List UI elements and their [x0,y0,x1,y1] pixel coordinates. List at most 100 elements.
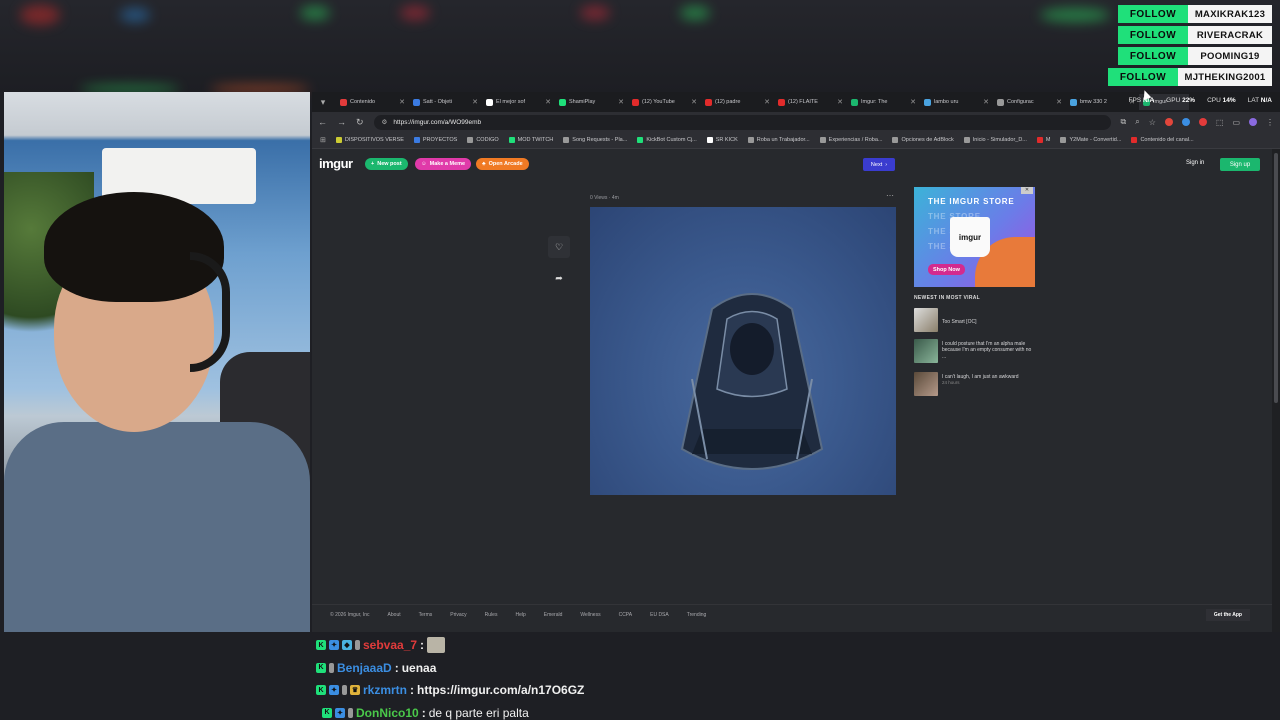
bookmark-item[interactable]: Inicio - Simulador_D... [963,137,1027,143]
close-icon[interactable]: ✕ [618,98,624,106]
background-blur [680,6,710,20]
extension-icon[interactable] [1164,118,1173,126]
footer-link[interactable]: Rules [485,612,498,618]
site-info-icon[interactable]: ⚙ [382,118,388,126]
bookmark-item[interactable]: KickBot Custom Cj... [637,137,697,143]
bookmark-item[interactable]: M [1036,137,1050,143]
bookmark-item[interactable]: CODIGO [467,137,499,143]
close-icon[interactable]: ✕ [837,98,843,106]
browser-tab[interactable]: lambo uru ✕ [920,94,993,110]
bookmark-item[interactable]: Contenido del canal... [1131,137,1194,143]
sign-up-button[interactable]: Sign up [1220,158,1260,171]
bookmark-star-icon[interactable]: ☆ [1149,118,1156,127]
chat-link[interactable]: https://imgur.com/a/n17O6GZ [417,683,584,697]
browser-tab[interactable]: El mejor sof ✕ [482,94,555,110]
viral-item[interactable]: I could posture that I'm an alpha male b… [914,339,1034,363]
footer-link[interactable]: Emerald [544,612,563,618]
chat-username: rkzmrtn [363,683,408,698]
jetski-illustration [680,293,824,470]
browser-tab[interactable]: (12) FLAITE ✕ [774,94,847,110]
share-icon[interactable]: ➦ [548,267,570,289]
footer-link[interactable]: Privacy [450,612,466,618]
open-arcade-button[interactable]: ♣ Open Arcade [476,158,529,170]
tab-favicon [559,98,566,106]
footer-link[interactable]: CCPA [619,612,633,618]
scrollbar-thumb[interactable] [1274,153,1278,403]
new-post-button[interactable]: + New post [365,158,408,170]
shop-now-button[interactable]: Shop Now [928,264,965,275]
bookmark-item[interactable]: Roba un Trabajador... [747,137,810,143]
extensions-icon[interactable]: ⬚ [1216,118,1224,127]
translate-icon[interactable]: ⧉ [1121,117,1127,127]
bookmark-item[interactable]: SR KICK [706,137,738,143]
close-icon[interactable]: ✕ [1056,98,1062,106]
bookmark-item[interactable]: MOD TWITCH [508,137,553,143]
sign-in-link[interactable]: Sign in [1186,160,1204,166]
footer-link[interactable]: EU DSA [650,612,669,618]
address-bar[interactable]: ⚙ https://imgur.com/a/WO99emb [373,114,1111,130]
forward-icon[interactable]: → [337,117,346,127]
tab-favicon [632,98,639,106]
browser-tab[interactable]: ShamiPlay ✕ [555,94,628,110]
profile-avatar[interactable] [1249,118,1257,126]
more-options-icon[interactable]: ⋯ [886,191,894,200]
back-icon[interactable]: ← [318,117,327,127]
next-button[interactable]: Next › [863,158,895,171]
browser-tab[interactable]: Imgur: The ✕ [847,94,920,110]
sidebar-icon[interactable]: ▭ [1232,118,1240,127]
stream-background [0,0,1280,93]
bookmark-item[interactable]: Song Requests - Pla... [563,137,627,143]
close-icon[interactable]: ✕ [399,98,405,106]
viral-item[interactable]: Too Smart [OC] [914,308,1034,332]
footer-link[interactable]: Terms [419,612,433,618]
tab-search-icon[interactable]: ▾ [318,97,328,107]
bookmark-icon [963,137,970,143]
close-icon[interactable]: ✕ [545,98,551,106]
bookmark-item[interactable]: DISPOSITIVOS VERSE [335,137,404,143]
footer-link[interactable]: Trending [687,612,707,618]
browser-tab[interactable]: Contenido ✕ [336,94,409,110]
close-icon[interactable]: ✕ [691,98,697,106]
imgur-store-ad[interactable]: ✕ THE IMGUR STORE THE STORE THE STORE TH… [914,187,1035,287]
background-blur [300,6,330,20]
menu-icon[interactable]: ⋮ [1266,118,1274,127]
reload-icon[interactable]: ↻ [356,117,364,128]
ad-mug: imgur [950,217,990,257]
viral-item[interactable]: I can't laugh, I am just an awkward 24 h… [914,372,1034,396]
browser-window: ▾ Contenido ✕ Satt - Objeti ✕ El mejor sof… [312,92,1280,632]
get-app-button[interactable]: Get the App [1205,609,1250,621]
tab-strip: ▾ Contenido ✕ Satt - Objeti ✕ El mejor sof… [312,92,1280,112]
imgur-logo[interactable]: imgur [319,156,353,171]
close-icon[interactable]: ✕ [910,98,916,106]
bookmark-item[interactable]: Y2Mate - Convertid... [1060,137,1121,143]
sub-badge-icon: ✦ [335,707,345,718]
footer-link[interactable]: About [388,612,401,618]
arcade-icon: ♣ [482,161,486,167]
bookmark-item[interactable]: PROYECTOS [413,137,457,143]
bookmark-icon [1060,137,1067,143]
footer-link[interactable]: Wellness [580,612,600,618]
ad-close-icon[interactable]: ✕ [1021,187,1033,194]
zoom-icon[interactable]: ⌕ [1135,117,1139,127]
browser-tab[interactable]: (12) padre ✕ [701,94,774,110]
bookmark-item[interactable]: Opciones de AdBlock [892,137,954,143]
extension-icon[interactable] [1181,118,1190,126]
footer-link[interactable]: Help [515,612,525,618]
browser-tab[interactable]: Satt - Objeti ✕ [409,94,482,110]
close-icon[interactable]: ✕ [472,98,478,106]
make-meme-button[interactable]: ☺ Make a Meme [415,158,472,170]
post-image[interactable] [590,207,896,495]
meme-icon: ☺ [421,161,427,167]
browser-tab[interactable]: (12) YouTube ✕ [628,94,701,110]
page-scrollbar[interactable] [1272,149,1280,632]
apps-icon[interactable]: ⊞ [320,136,326,144]
close-icon[interactable]: ✕ [764,98,770,106]
bookmark-item[interactable]: Experiencias / Roba... [819,137,882,143]
viral-title: I can't laugh, I am just an awkward [942,374,1019,380]
close-icon[interactable]: ✕ [983,98,989,106]
viral-title: I could posture that I'm an alpha male b… [942,341,1032,360]
browser-tab[interactable]: Configurac ✕ [993,94,1066,110]
favorite-heart-icon[interactable]: ♡ [548,236,570,258]
extension-icon[interactable] [1198,118,1207,126]
background-blur [1040,8,1110,22]
